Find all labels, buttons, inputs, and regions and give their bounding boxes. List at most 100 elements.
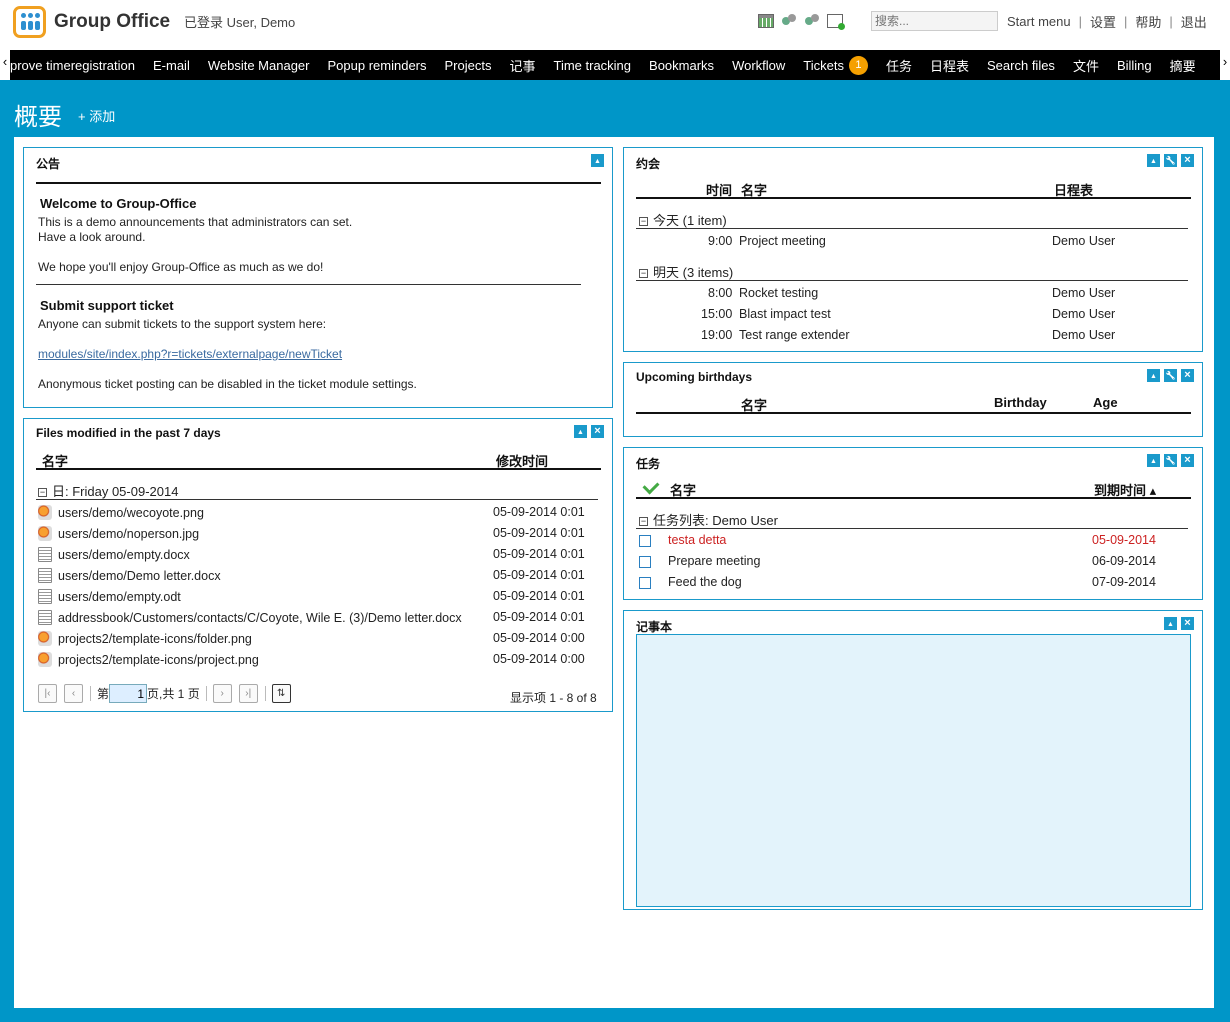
last-page-icon[interactable]: ›| [238,684,258,703]
tab-timeregistration[interactable]: prove timeregistration [10,50,144,80]
collapse-group-icon[interactable]: − [38,488,47,497]
paging-summary: 显示项 1 - 8 of 8 [510,691,597,705]
image-file-icon [38,505,52,520]
tab-popup-reminders[interactable]: Popup reminders [319,50,436,80]
task-due-date: 06-09-2014 [1092,554,1156,568]
tab-tickets[interactable]: Tickets 1 [794,50,877,80]
refresh-icon[interactable]: ⇅ [271,684,291,703]
completed-column-check-icon[interactable] [642,477,660,495]
tab-tickets-label: Tickets [803,57,844,73]
settings-wrench-icon[interactable] [1164,454,1177,467]
column-header-age[interactable]: Age [1093,395,1118,410]
search-input[interactable] [871,11,998,31]
table-row[interactable]: users/demo/noperson.jpg [38,526,199,541]
close-icon[interactable] [1181,454,1194,467]
group-header[interactable]: − 任务列表: Demo User [639,510,778,529]
group-header[interactable]: − 明天 (3 items) [639,262,733,281]
tab-website-manager[interactable]: Website Manager [199,50,319,80]
tab-bookmarks[interactable]: Bookmarks [640,50,723,80]
file-modified-time: 05-09-2014 0:01 [493,505,585,519]
pagination-toolbar: |‹ ‹ 第 页,共 1 页 › ›| ⇅ [38,684,298,703]
tab-files[interactable]: 文件 [1064,50,1108,80]
appointment-name[interactable]: Project meeting [739,234,826,248]
new-contact-icon[interactable] [781,14,797,28]
page-number-input[interactable] [109,684,148,703]
appointment-name[interactable]: Test range extender [739,328,850,342]
tab-calendar[interactable]: 日程表 [921,50,978,80]
tab-time-tracking[interactable]: Time tracking [544,50,640,80]
collapse-icon[interactable] [591,154,604,167]
new-company-icon[interactable] [804,14,820,28]
table-row[interactable]: users/demo/wecoyote.png [38,505,204,520]
recent-files-portlet: Files modified in the past 7 days 名字 修改时… [23,418,613,712]
settings-link[interactable]: 设置 [1090,12,1116,31]
close-icon[interactable] [1181,617,1194,630]
previous-page-icon[interactable]: ‹ [64,684,83,703]
task-name[interactable]: Feed the dog [668,575,742,589]
task-name[interactable]: Prepare meeting [668,554,760,568]
tab-tasks[interactable]: 任务 [877,50,921,80]
tab-summary[interactable]: 摘要 [1161,50,1205,80]
collapse-icon[interactable] [1147,154,1160,167]
settings-wrench-icon[interactable] [1164,369,1177,382]
close-icon[interactable] [591,425,604,438]
next-page-icon[interactable]: › [212,684,232,703]
task-name[interactable]: testa detta [668,533,726,547]
table-row[interactable]: users/demo/Demo letter.docx [38,568,221,583]
group-label: 今天 (1 item) [653,213,727,228]
task-complete-checkbox[interactable] [639,556,651,568]
link-separator: | [1169,14,1173,29]
first-page-icon[interactable]: |‹ [38,684,57,703]
collapse-group-icon[interactable]: − [639,517,648,526]
tab-email[interactable]: E-mail [144,50,199,80]
scroll-left-arrow-icon[interactable]: ‹ [0,50,10,80]
column-header-birthday[interactable]: Birthday [994,395,1047,410]
new-event-icon[interactable] [758,14,774,28]
table-row[interactable]: users/demo/empty.odt [38,589,181,604]
table-row[interactable]: projects2/template-icons/project.png [38,652,259,667]
group-header[interactable]: − 今天 (1 item) [639,210,727,229]
collapse-icon[interactable] [1164,617,1177,630]
tab-notes[interactable]: 记事 [500,50,544,80]
appointment-name[interactable]: Blast impact test [739,307,831,321]
file-modified-time: 05-09-2014 0:01 [493,526,585,540]
logout-link[interactable]: 退出 [1181,12,1207,31]
new-ticket-link[interactable]: modules/site/index.php?r=tickets/externa… [38,347,342,361]
start-menu-link[interactable]: Start menu [1007,14,1071,29]
add-portlet-button[interactable]: + 添加 [78,106,115,125]
tab-workflow[interactable]: Workflow [723,50,794,80]
collapse-group-icon[interactable]: − [639,217,648,226]
settings-wrench-icon[interactable] [1164,154,1177,167]
tasks-portlet: 任务 名字 到期时间 ▴ −任务列表: Demo User testa dett… [623,447,1203,600]
table-row[interactable]: users/demo/empty.docx [38,547,190,562]
image-file-icon [38,526,52,541]
file-modified-time: 05-09-2014 0:01 [493,589,585,603]
close-icon[interactable] [1181,154,1194,167]
collapse-icon[interactable] [1147,454,1160,467]
new-email-icon[interactable] [827,14,845,30]
group-office-logo-icon[interactable] [13,6,46,38]
document-file-icon [38,568,52,583]
close-icon[interactable] [1181,369,1194,382]
tab-billing[interactable]: Billing [1108,50,1161,80]
tab-search-files[interactable]: Search files [978,50,1064,80]
appointment-name[interactable]: Rocket testing [739,286,818,300]
module-tab-bar: prove timeregistration E-mail Website Ma… [0,50,1230,80]
table-row[interactable]: projects2/template-icons/folder.png [38,631,252,646]
tab-projects[interactable]: Projects [436,50,501,80]
collapse-group-icon[interactable]: − [639,269,648,278]
top-header: Group Office 已登录 User, Demo Start menu |… [0,0,1230,50]
notebook-textarea[interactable] [636,634,1191,907]
scroll-right-arrow-icon[interactable]: › [1220,50,1230,80]
table-row[interactable]: addressbook/Customers/contacts/C/Coyote,… [38,610,462,625]
appointment-time: 9:00 [708,234,733,248]
task-due-date: 05-09-2014 [1092,533,1156,547]
announcement-text: Have a look around. [38,230,146,244]
group-header[interactable]: − 日: Friday 05-09-2014 [38,481,178,500]
collapse-icon[interactable] [574,425,587,438]
task-complete-checkbox[interactable] [639,577,651,589]
collapse-icon[interactable] [1147,369,1160,382]
page-prefix: 第 [97,687,110,701]
task-complete-checkbox[interactable] [639,535,651,547]
help-link[interactable]: 帮助 [1135,12,1161,31]
